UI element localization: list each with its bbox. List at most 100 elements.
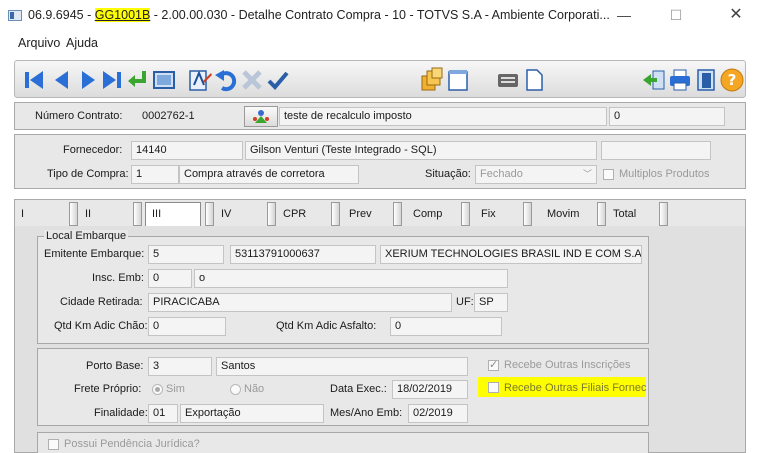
- data-exec-label: Data Exec.:: [330, 383, 387, 395]
- recebe-outras-inscricoes-checkbox[interactable]: [488, 358, 499, 371]
- delete-icon[interactable]: [239, 67, 265, 93]
- recebe-outras-filiais-checkbox[interactable]: [488, 382, 499, 393]
- chevron-down-icon: ﹀: [582, 169, 592, 179]
- tab-fix[interactable]: Fix: [481, 204, 496, 224]
- exit-icon[interactable]: [693, 67, 719, 93]
- contract-panel: Número Contrato: 0002762-1 teste de reca…: [14, 102, 746, 130]
- fornecedor-name-field: Gilson Venturi (Teste Integrado - SQL): [245, 141, 597, 160]
- local-embarque-title: Local Embarque: [44, 230, 129, 242]
- tab-prev[interactable]: Prev: [349, 204, 372, 224]
- insc-emb-label: Insc. Emb:: [92, 272, 144, 284]
- tab-separator: [659, 202, 668, 226]
- fornecedor-extra-field: [601, 141, 711, 160]
- tipo-compra-code-field[interactable]: 1: [131, 165, 179, 184]
- km-chao-label: Qtd Km Adic Chão:: [54, 320, 148, 332]
- situacao-label: Situação:: [425, 168, 471, 180]
- porto-group: Porto Base: 3 Santos Recebe Outras Inscr…: [37, 348, 649, 426]
- tab-i[interactable]: I: [21, 204, 24, 224]
- fornecedor-code-field[interactable]: 14140: [131, 141, 243, 160]
- mes-ano-emb-field[interactable]: 02/2019: [408, 404, 468, 423]
- contract-description-field[interactable]: teste de recalculo imposto: [279, 107, 607, 126]
- tab-cpr[interactable]: CPR: [283, 204, 306, 224]
- km-asfalto-field[interactable]: 0: [390, 317, 502, 336]
- title-suffix: - 2.00.00.030 - Detalhe Contrato Compra …: [150, 8, 610, 22]
- mes-ano-emb-label: Mes/Ano Emb:: [330, 407, 403, 419]
- tab-separator: [331, 202, 340, 226]
- check-icon[interactable]: [265, 67, 291, 93]
- next-record-icon[interactable]: [75, 67, 101, 93]
- porto-base-name-field: Santos: [216, 357, 468, 376]
- help-icon[interactable]: ?: [719, 67, 745, 93]
- minimize-button[interactable]: —: [604, 2, 644, 28]
- finalidade-label: Finalidade:: [94, 407, 148, 419]
- supplier-panel: Fornecedor: 14140 Gilson Venturi (Teste …: [14, 134, 746, 189]
- undo-icon[interactable]: [213, 67, 239, 93]
- numero-contrato-field[interactable]: 0002762-1: [137, 107, 241, 126]
- zoom-icon[interactable]: [151, 67, 177, 93]
- title-prefix: 06.9.6945 -: [28, 8, 95, 22]
- tab-separator: [205, 202, 214, 226]
- tab-movim[interactable]: Movim: [547, 204, 579, 224]
- finalidade-code-field[interactable]: 01: [148, 404, 178, 423]
- tab-separator: [267, 202, 276, 226]
- pendencia-juridica-checkbox[interactable]: [48, 439, 59, 450]
- first-record-icon[interactable]: [21, 67, 47, 93]
- title-bar: 06.9.6945 - GG1001B - 2.00.00.030 - Deta…: [0, 0, 760, 30]
- frete-nao-label: Não: [244, 383, 265, 395]
- data-exec-field[interactable]: 18/02/2019: [392, 380, 468, 399]
- frete-nao-radio[interactable]: [230, 384, 241, 395]
- emitente-code-field[interactable]: 5: [148, 245, 224, 264]
- edit-icon[interactable]: [187, 67, 213, 93]
- document-icon[interactable]: [521, 67, 547, 93]
- keyboard-icon[interactable]: [495, 67, 521, 93]
- tab-comp[interactable]: Comp: [413, 204, 442, 224]
- multiplos-produtos-checkbox[interactable]: [603, 169, 614, 180]
- tab-separator: [597, 202, 606, 226]
- menu-ajuda[interactable]: Ajuda: [66, 36, 98, 50]
- insc-emb-desc-field: o: [194, 269, 508, 288]
- situacao-select[interactable]: Fechado ﹀: [475, 165, 597, 184]
- tab-separator: [461, 202, 470, 226]
- copy-icon[interactable]: [419, 67, 445, 93]
- porto-base-code-field[interactable]: 3: [148, 357, 212, 376]
- local-embarque-group: Local Embarque Emitente Embarque: 5 5311…: [37, 230, 649, 344]
- tab-iv[interactable]: IV: [221, 204, 231, 224]
- frete-sim-radio[interactable]: [152, 384, 163, 395]
- tab-separator: [393, 202, 402, 226]
- search-contract-button[interactable]: [244, 106, 278, 127]
- close-button[interactable]: ✕: [716, 2, 756, 28]
- notes-icon[interactable]: [445, 67, 471, 93]
- navigate-icon[interactable]: [641, 67, 667, 93]
- situacao-value: Fechado: [480, 168, 523, 180]
- pendencia-juridica-label: Possui Pendência Jurídica?: [64, 438, 200, 450]
- emitente-name-field: XERIUM TECHNOLOGIES BRASIL IND E COM S.A: [380, 245, 642, 264]
- tab-iii[interactable]: III: [145, 202, 201, 226]
- cidade-retirada-field[interactable]: PIRACICABA: [148, 293, 452, 312]
- pendencia-group: Possui Pendência Jurídica?: [37, 432, 649, 453]
- title-program-code: GG1001B: [94, 8, 151, 22]
- tab-separator: [523, 202, 532, 226]
- return-icon[interactable]: [125, 67, 151, 93]
- emitente-cnpj-field: 53113791000637: [230, 245, 376, 264]
- insc-emb-code-field[interactable]: 0: [148, 269, 192, 288]
- last-record-icon[interactable]: [99, 67, 125, 93]
- tab-content: Local Embarque Emitente Embarque: 5 5311…: [14, 226, 746, 453]
- tab-total[interactable]: Total: [613, 204, 636, 224]
- app-icon: [8, 10, 22, 21]
- tipo-compra-label: Tipo de Compra:: [47, 168, 129, 180]
- frete-sim-label: Sim: [166, 383, 185, 395]
- uf-field[interactable]: SP: [474, 293, 508, 312]
- tab-bar: I II III IV CPR Prev Comp Fix Movim Tota…: [14, 199, 746, 227]
- toolbar: ?: [14, 60, 746, 98]
- contract-extra-field[interactable]: 0: [609, 107, 725, 126]
- print-icon[interactable]: [667, 67, 693, 93]
- menu-arquivo[interactable]: Arquivo: [18, 36, 60, 50]
- maximize-button[interactable]: ☐: [656, 2, 696, 28]
- frete-proprio-label: Frete Próprio:: [74, 383, 142, 395]
- km-asfalto-label: Qtd Km Adic Asfalto:: [276, 320, 377, 332]
- km-chao-field[interactable]: 0: [148, 317, 226, 336]
- finalidade-desc-field: Exportação: [180, 404, 324, 423]
- prev-record-icon[interactable]: [49, 67, 75, 93]
- tab-separator: [69, 202, 78, 226]
- tab-ii[interactable]: II: [85, 204, 91, 224]
